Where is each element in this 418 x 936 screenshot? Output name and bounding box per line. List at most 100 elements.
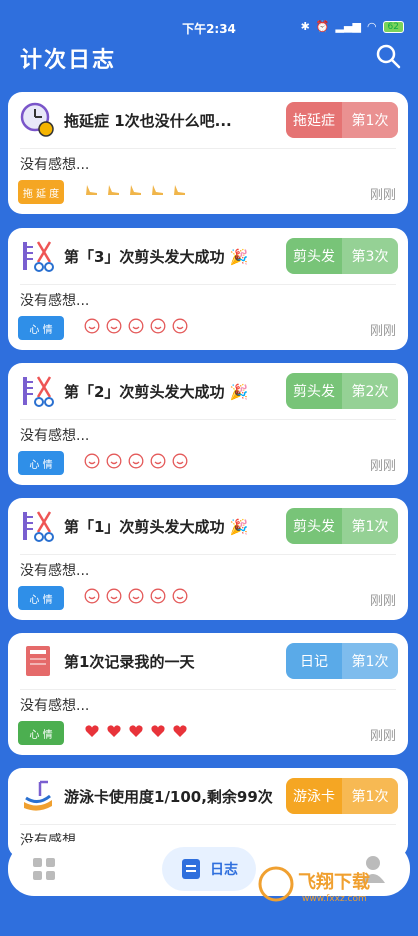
- heart-rating-icon[interactable]: [84, 723, 100, 739]
- timestamp: 刚刚: [369, 324, 396, 339]
- smile-rating-icon[interactable]: [84, 588, 100, 604]
- nav-journal-tab[interactable]: 日志: [162, 847, 256, 891]
- divider: [20, 689, 396, 690]
- record-card[interactable]: 第「1」次剪头发大成功 🎉 剪头发 第1次 没有感想... 心 情 刚刚: [8, 498, 408, 620]
- category-badge[interactable]: 游泳卡 第1次: [286, 778, 398, 814]
- count-label: 第1次: [342, 508, 398, 544]
- smile-rating-icon[interactable]: [150, 588, 166, 604]
- shoe-rating-icon[interactable]: [172, 182, 188, 198]
- card-title: 游泳卡使用度1/100,剩余99次: [64, 788, 273, 806]
- journal-icon: [182, 859, 200, 879]
- search-icon[interactable]: [374, 42, 402, 70]
- smile-rating-icon[interactable]: [172, 588, 188, 604]
- category-label: 日记: [300, 654, 328, 670]
- category-badge[interactable]: 拖延症 第1次: [286, 102, 398, 138]
- count-label: 第1次: [342, 778, 398, 814]
- count-label: 第1次: [342, 102, 398, 138]
- watermark-sub: www.fxxz.com: [302, 894, 367, 904]
- divider: [20, 148, 396, 149]
- record-card[interactable]: 第「3」次剪头发大成功 🎉 剪头发 第3次没有感想... 心 情 刚刚: [8, 228, 408, 350]
- mood-chip: 心 情: [18, 586, 64, 610]
- timestamp: 刚刚: [369, 729, 396, 744]
- swim-card-icon: [24, 780, 52, 811]
- shoe-rating-icon[interactable]: [150, 182, 166, 198]
- timestamp: 刚刚: [369, 594, 396, 609]
- alarm-icon: ⏰: [315, 20, 330, 33]
- card-title: 第1次记录我的一天: [64, 653, 195, 671]
- status-bar: 下午2:34 ✱ ⏰ ▂▄▆ ◠ 62: [0, 0, 418, 38]
- heart-rating-icon[interactable]: [128, 723, 144, 739]
- count-label: 第3次: [342, 238, 398, 274]
- card-header: 游泳卡使用度1/100,剩余99次 游泳卡 第1次: [8, 768, 408, 824]
- smile-rating-icon[interactable]: [172, 318, 188, 334]
- category-label: 剪头发: [293, 519, 335, 535]
- timestamp: 刚刚: [369, 188, 396, 203]
- clock-coin-icon: [20, 102, 54, 137]
- category-label: 剪头发: [293, 384, 335, 400]
- heart-rating-icon[interactable]: [150, 723, 166, 739]
- category-badge[interactable]: 剪头发 第2次: [286, 373, 398, 409]
- comb-scissors-icon: [23, 376, 54, 407]
- card-header: 拖延症 1次也没什么吧... 拖延症 第1次: [8, 92, 408, 148]
- comb-scissors-icon: [23, 241, 54, 272]
- category-label: 拖延症: [293, 113, 335, 129]
- card-header: 第1次记录我的一天 日记 第1次: [8, 633, 408, 689]
- smile-rating-icon[interactable]: [128, 318, 144, 334]
- rating-marks: [84, 453, 188, 469]
- category-badge[interactable]: 日记 第1次: [286, 643, 398, 679]
- grid-icon[interactable]: [32, 857, 56, 881]
- card-title: 第「2」次剪头发大成功 🎉: [64, 383, 249, 401]
- heart-rating-icon[interactable]: [106, 723, 122, 739]
- thoughts-text: 没有感想...: [20, 428, 90, 444]
- smile-rating-icon[interactable]: [150, 318, 166, 334]
- notebook-icon: [26, 646, 50, 676]
- category-badge[interactable]: 剪头发 第3次: [286, 238, 398, 274]
- thoughts-text: 没有感想...: [20, 293, 90, 309]
- smile-rating-icon[interactable]: [84, 453, 100, 469]
- mood-chip: 拖 延 度: [18, 180, 64, 204]
- record-card[interactable]: 第1次记录我的一天 日记 第1次没有感想... 心 情 刚刚: [8, 633, 408, 755]
- divider: [20, 419, 396, 420]
- card-title: 第「3」次剪头发大成功 🎉: [64, 248, 249, 266]
- app-header: 计次日志: [0, 38, 418, 82]
- smile-rating-icon[interactable]: [84, 318, 100, 334]
- smile-rating-icon[interactable]: [128, 453, 144, 469]
- shoe-rating-icon[interactable]: [84, 182, 100, 198]
- nav-journal-label: 日志: [210, 862, 238, 878]
- mood-chip: 心 情: [18, 316, 64, 340]
- bluetooth-icon: ✱: [300, 20, 310, 33]
- smile-rating-icon[interactable]: [106, 318, 122, 334]
- shoe-rating-icon[interactable]: [128, 182, 144, 198]
- record-card[interactable]: 第「2」次剪头发大成功 🎉 剪头发 第2次 没有感想... 心 情 刚刚: [8, 363, 408, 485]
- watermark-logo: 飞翔下载 www.fxxz.com: [258, 866, 370, 904]
- rating-marks: [84, 182, 188, 198]
- smile-rating-icon[interactable]: [128, 588, 144, 604]
- wifi-icon: ◠: [366, 20, 377, 33]
- rating-marks: [84, 588, 188, 604]
- category-label: 剪头发: [293, 249, 335, 265]
- smile-rating-icon[interactable]: [172, 453, 188, 469]
- card-header: 第「3」次剪头发大成功 🎉 剪头发 第3次: [8, 228, 408, 284]
- card-header: 第「2」次剪头发大成功 🎉 剪头发 第2次: [8, 363, 408, 419]
- count-label: 第1次: [342, 643, 398, 679]
- category-badge[interactable]: 剪头发 第1次: [286, 508, 398, 544]
- rating-marks: [84, 723, 188, 739]
- mood-chip: 心 情: [18, 721, 64, 745]
- divider: [20, 824, 396, 825]
- smile-rating-icon[interactable]: [106, 453, 122, 469]
- heart-rating-icon[interactable]: [172, 723, 188, 739]
- battery-icon: 62: [382, 20, 404, 33]
- page-title: 计次日志: [20, 48, 117, 73]
- category-label: 游泳卡: [293, 789, 335, 805]
- record-card[interactable]: 拖延症 1次也没什么吧... 拖延症 第1次没有感想... 拖 延 度 刚刚: [8, 92, 408, 214]
- thoughts-text: 没有感想...: [20, 157, 90, 173]
- smile-rating-icon[interactable]: [106, 588, 122, 604]
- card-title: 第「1」次剪头发大成功 🎉: [64, 518, 249, 536]
- shoe-rating-icon[interactable]: [106, 182, 122, 198]
- status-icons: ✱ ⏰ ▂▄▆ ◠ 62: [301, 20, 404, 33]
- mood-chip: 心 情: [18, 451, 64, 475]
- card-header: 第「1」次剪头发大成功 🎉 剪头发 第1次: [8, 498, 408, 554]
- smile-rating-icon[interactable]: [150, 453, 166, 469]
- rating-marks: [84, 318, 188, 334]
- thoughts-text: 没有感想...: [20, 698, 90, 714]
